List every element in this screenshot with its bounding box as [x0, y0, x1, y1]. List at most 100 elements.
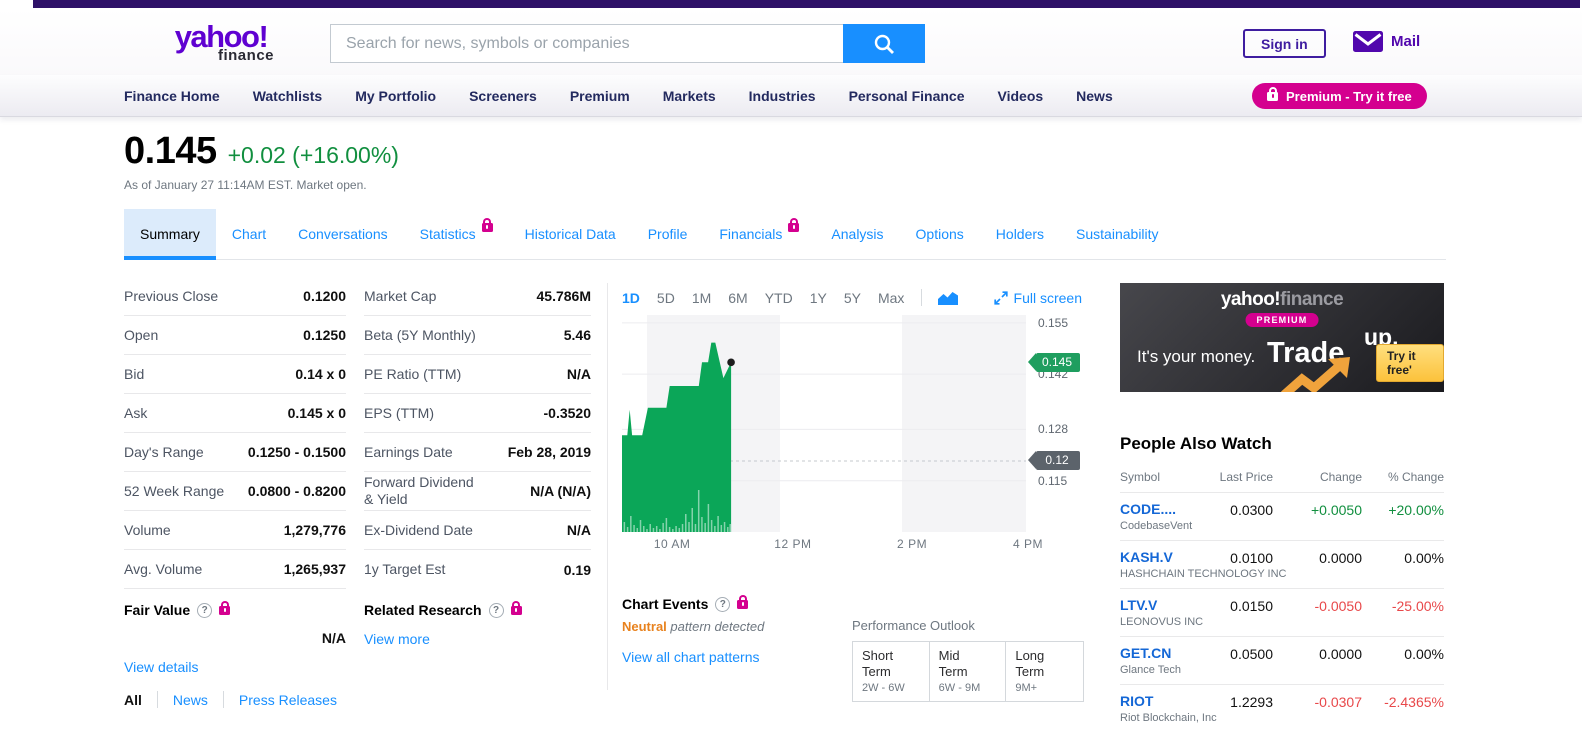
- outlook-term: Mid Term: [939, 648, 981, 680]
- watch-symbol-link[interactable]: CODE....: [1120, 501, 1176, 517]
- quote-timestamp: As of January 27 11:14AM EST. Market ope…: [124, 178, 367, 192]
- watch-last-price: 0.0500: [1230, 646, 1273, 662]
- summary-row-value: 0.145 x 0: [288, 405, 346, 421]
- nav-item-industries[interactable]: Industries: [749, 88, 816, 104]
- tab-analysis[interactable]: Analysis: [815, 209, 899, 259]
- nav-item-markets[interactable]: Markets: [663, 88, 716, 104]
- watch-row-get-cn: GET.CNGlance Tech0.05000.00000.00%: [1120, 637, 1444, 685]
- help-icon[interactable]: [489, 603, 504, 618]
- tab-label: Conversations: [298, 226, 388, 242]
- performance-outlook-section: Performance Outlook Short Term2W - 6WMid…: [852, 618, 1084, 702]
- tab-sustainability[interactable]: Sustainability: [1060, 209, 1175, 259]
- tab-label: Summary: [140, 226, 200, 242]
- view-chart-patterns-link[interactable]: View all chart patterns: [622, 649, 759, 665]
- range-ytd[interactable]: YTD: [765, 290, 793, 306]
- tab-holders[interactable]: Holders: [980, 209, 1060, 259]
- range-5d[interactable]: 5D: [657, 290, 675, 306]
- ad-try-it-free-button[interactable]: Try it free': [1376, 344, 1444, 382]
- tab-label: Sustainability: [1076, 226, 1159, 242]
- summary-row: Avg. Volume1,265,937: [124, 550, 346, 589]
- view-details-link[interactable]: View details: [124, 659, 198, 675]
- watch-symbol-link[interactable]: KASH.V: [1120, 549, 1173, 565]
- watch-last-price: 1.2293: [1230, 694, 1273, 710]
- performance-outlook-title: Performance Outlook: [852, 618, 1084, 633]
- summary-row-value: 1,265,937: [284, 561, 346, 577]
- tab-options[interactable]: Options: [900, 209, 980, 259]
- ad-up-arrow-icon: [1280, 357, 1360, 392]
- nav-item-premium[interactable]: Premium: [570, 88, 630, 104]
- search-bar: [330, 24, 925, 63]
- expand-icon: [994, 291, 1008, 305]
- summary-row: Forward Dividend & YieldN/A (N/A): [364, 472, 591, 511]
- watch-symbol-link[interactable]: RIOT: [1120, 693, 1153, 709]
- tab-label: Chart: [232, 226, 266, 242]
- summary-row: 1y Target Est0.19: [364, 550, 591, 589]
- premium-ad-banner[interactable]: yahoo!finance PREMIUM It's your money. T…: [1120, 283, 1444, 392]
- watch-company-name: Riot Blockchain, Inc: [1120, 712, 1217, 724]
- chart-toolbar: 1D 5D 1M 6M YTD 1Y 5Y Max Full screen: [622, 289, 1082, 306]
- range-1m[interactable]: 1M: [692, 290, 711, 306]
- area-chart-type-icon[interactable]: [937, 290, 959, 306]
- chart-y-tick: 0.155: [1038, 316, 1068, 330]
- tab-chart[interactable]: Chart: [216, 209, 282, 259]
- sign-in-button[interactable]: Sign in: [1243, 29, 1326, 58]
- news-filter-tabs: All News Press Releases: [124, 691, 337, 708]
- lock-icon: [1267, 92, 1278, 101]
- filter-news[interactable]: News: [173, 692, 208, 708]
- range-6m[interactable]: 6M: [728, 290, 747, 306]
- people-also-watch-section: People Also Watch SymbolLast PriceChange…: [1120, 434, 1444, 733]
- nav-item-watchlists[interactable]: Watchlists: [253, 88, 323, 104]
- nav-item-videos[interactable]: Videos: [998, 88, 1044, 104]
- tab-conversations[interactable]: Conversations: [282, 209, 404, 259]
- help-icon[interactable]: [197, 603, 212, 618]
- watch-change: 0.0000: [1319, 646, 1362, 662]
- outlook-range: 6W - 9M: [939, 682, 997, 694]
- watch-pct-change: -2.4365%: [1384, 694, 1444, 710]
- range-5y[interactable]: 5Y: [844, 290, 861, 306]
- summary-row-label: Bid: [124, 366, 144, 383]
- summary-row: Volume1,279,776: [124, 511, 346, 550]
- related-research-section: Related Research View more: [364, 602, 591, 649]
- nav-item-news[interactable]: News: [1076, 88, 1113, 104]
- nav-item-finance-home[interactable]: Finance Home: [124, 88, 220, 104]
- summary-row: Market Cap 45.786M: [364, 277, 591, 316]
- view-more-link[interactable]: View more: [364, 631, 430, 647]
- tab-statistics[interactable]: Statistics: [404, 209, 509, 259]
- summary-row: Bid0.14 x 0: [124, 355, 346, 394]
- summary-row-label: Market Cap: [364, 288, 436, 305]
- watch-symbol-link[interactable]: LTV.V: [1120, 597, 1157, 613]
- yahoo-finance-logo[interactable]: yahoo! finance: [164, 21, 278, 64]
- watch-col-symbol: Symbol: [1120, 470, 1160, 484]
- tab-financials[interactable]: Financials: [703, 209, 815, 259]
- help-icon[interactable]: [715, 597, 730, 612]
- range-1y[interactable]: 1Y: [810, 290, 827, 306]
- summary-row-value: 45.786M: [537, 288, 591, 304]
- filter-all[interactable]: All: [124, 692, 142, 708]
- premium-try-free-button[interactable]: Premium - Try it free: [1252, 83, 1427, 109]
- range-1d[interactable]: 1D: [622, 290, 640, 306]
- filter-press-releases[interactable]: Press Releases: [239, 692, 337, 708]
- search-input[interactable]: [330, 24, 843, 63]
- summary-row-value: Feb 28, 2019: [508, 444, 591, 460]
- summary-row: Previous Close0.1200: [124, 277, 346, 316]
- mail-link[interactable]: Mail: [1353, 31, 1420, 52]
- nav-item-personal-finance[interactable]: Personal Finance: [849, 88, 965, 104]
- tab-label: Holders: [996, 226, 1044, 242]
- summary-row-value: N/A: [567, 522, 591, 538]
- search-button[interactable]: [843, 24, 925, 63]
- intraday-price-chart[interactable]: [622, 315, 1026, 532]
- fair-value-section: Fair Value N/A View details: [124, 602, 346, 677]
- watch-symbol-link[interactable]: GET.CN: [1120, 645, 1171, 661]
- tab-profile[interactable]: Profile: [632, 209, 704, 259]
- range-max[interactable]: Max: [878, 290, 904, 306]
- nav-item-screeners[interactable]: Screeners: [469, 88, 537, 104]
- outlook-cell-long-term: Long Term9M+: [1006, 642, 1083, 701]
- tab-summary[interactable]: Summary: [124, 209, 216, 259]
- summary-row-value: 0.19: [564, 562, 591, 578]
- summary-row-label: Open: [124, 327, 158, 344]
- related-research-label: Related Research: [364, 602, 482, 618]
- full-screen-button[interactable]: Full screen: [994, 290, 1082, 306]
- chart-x-label: 10 AM: [654, 537, 691, 551]
- tab-historical-data[interactable]: Historical Data: [509, 209, 632, 259]
- nav-item-my-portfolio[interactable]: My Portfolio: [355, 88, 436, 104]
